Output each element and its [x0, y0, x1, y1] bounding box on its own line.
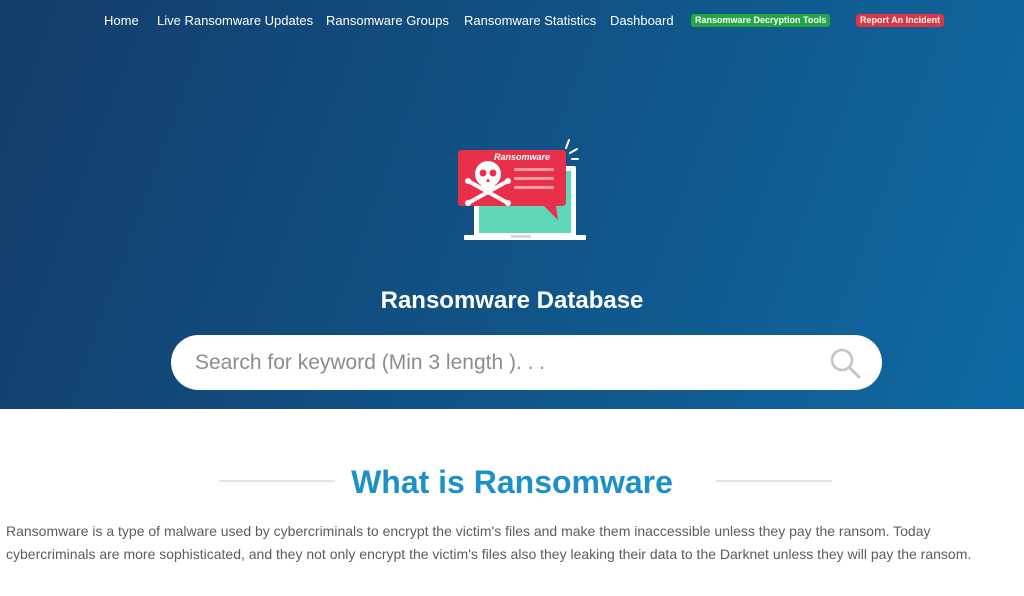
database-title: Ransomware Database — [380, 287, 644, 314]
nav-live-ransomware-updates[interactable]: Live Ransomware Updates — [157, 12, 313, 30]
top-nav: Home Live Ransomware Updates Ransomware … — [0, 12, 1024, 30]
nav-decryption-tools-badge[interactable]: Ransomware Decryption Tools — [691, 14, 831, 27]
ransomware-laptop-illustration: Ransomware — [458, 139, 586, 240]
hero-banner: Home Live Ransomware Updates Ransomware … — [0, 0, 1024, 409]
nav-home[interactable]: Home — [104, 12, 139, 30]
illustration-ransomware-label: Ransomware — [494, 152, 550, 162]
what-is-ransomware-title: What is Ransomware — [351, 464, 673, 500]
nav-ransomware-groups[interactable]: Ransomware Groups — [326, 12, 449, 30]
ransomware-description: Ransomware is a type of malware used by … — [6, 523, 972, 562]
nav-dashboard[interactable]: Dashboard — [610, 12, 674, 30]
nav-ransomware-statistics[interactable]: Ransomware Statistics — [464, 12, 596, 30]
search-icon[interactable] — [829, 347, 861, 379]
section-heading: What is Ransomware — [0, 458, 1024, 506]
search-input[interactable] — [195, 345, 815, 380]
search-box — [171, 335, 882, 390]
nav-report-incident-badge[interactable]: Report An Incident — [856, 14, 945, 27]
